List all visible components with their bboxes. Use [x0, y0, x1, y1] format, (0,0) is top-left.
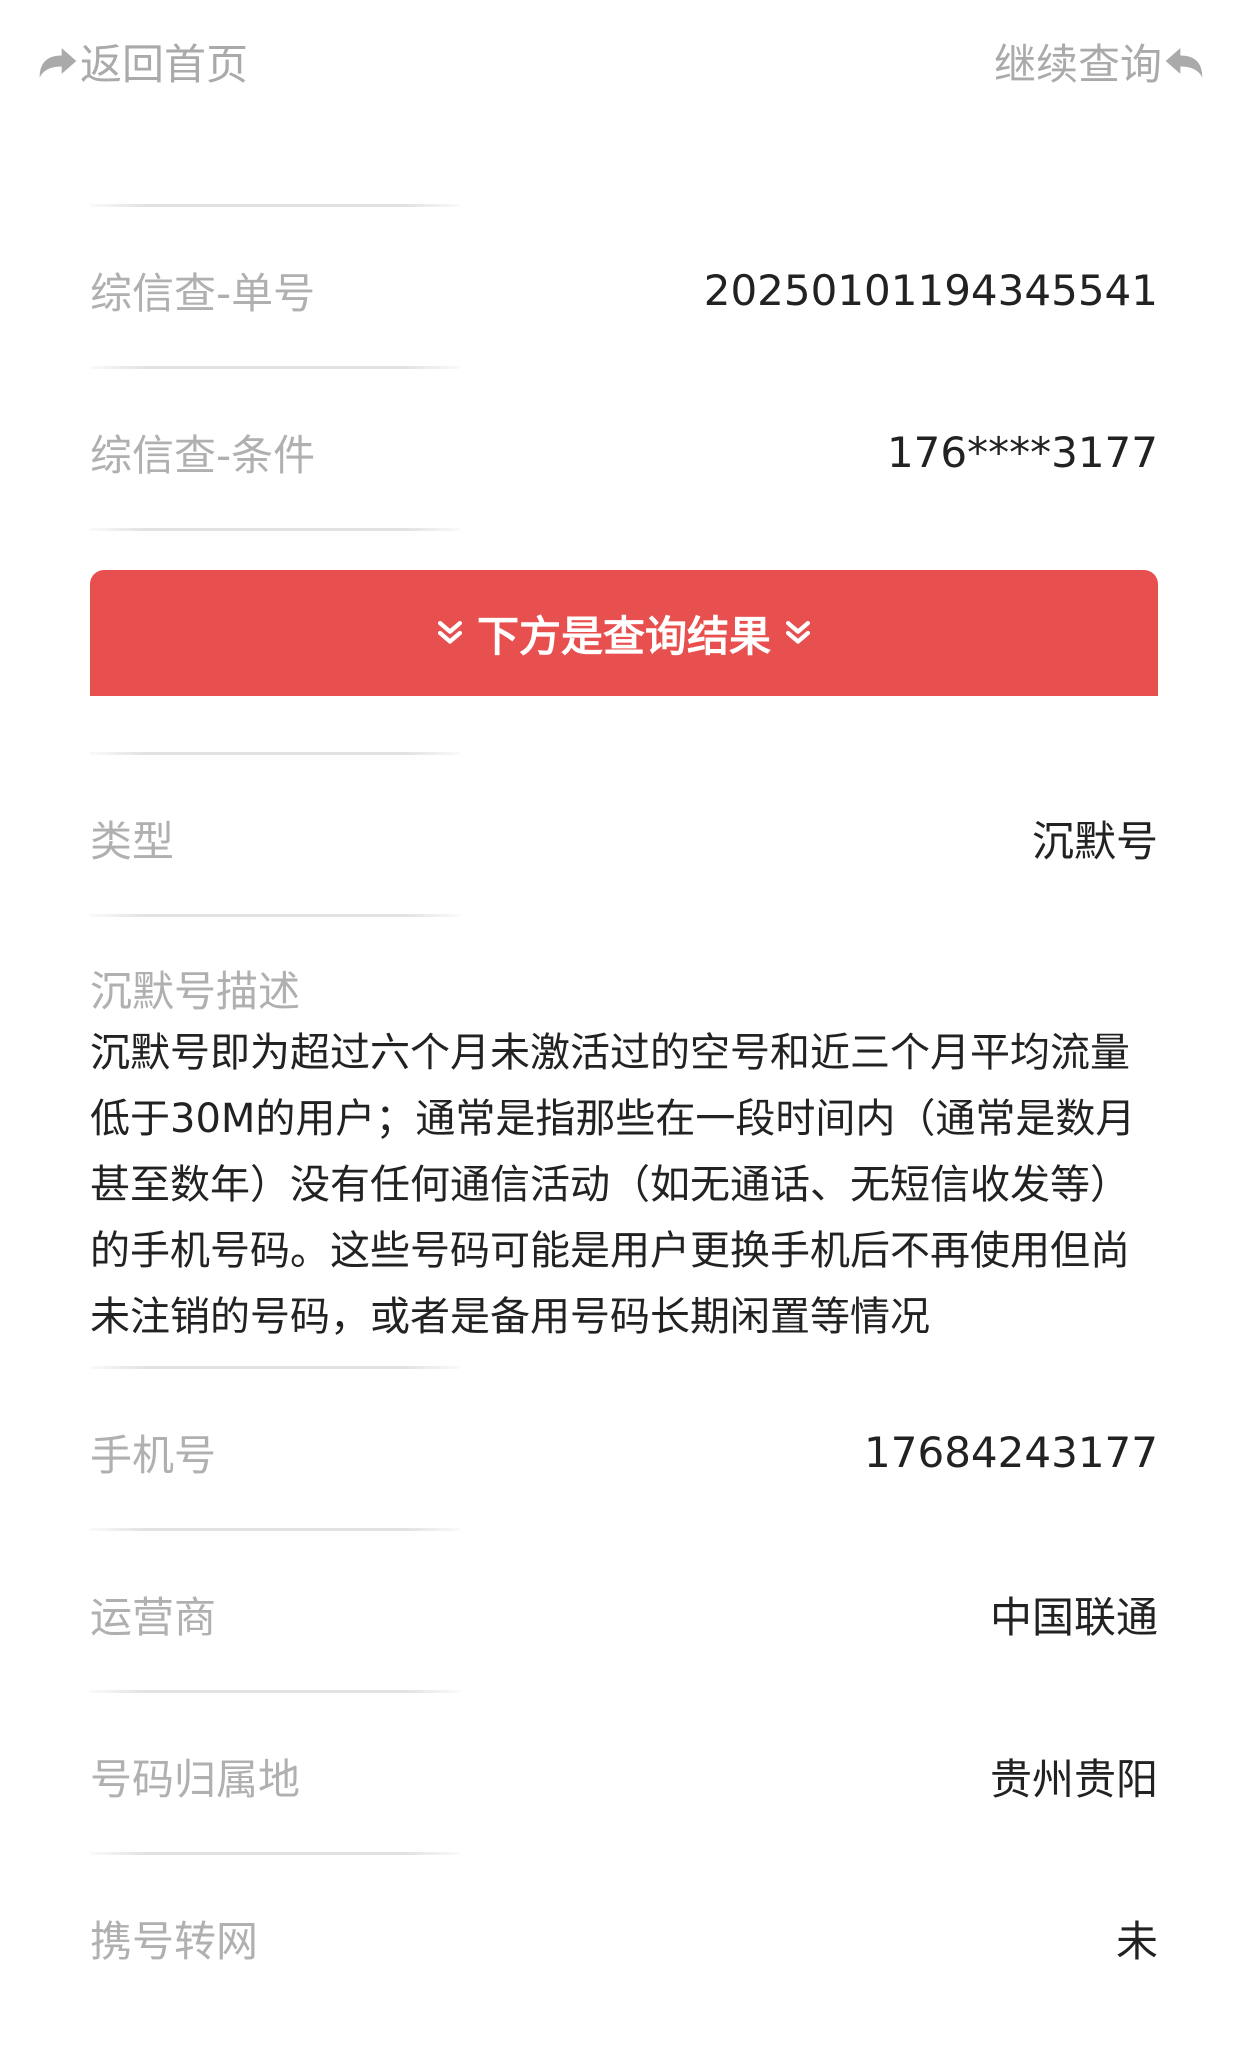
- type-label: 类型: [90, 816, 175, 866]
- divider: [90, 366, 460, 369]
- divider: [90, 914, 460, 917]
- double-chevron-down-icon: [771, 616, 825, 650]
- divider: [90, 1690, 460, 1693]
- double-chevron-down-icon: [423, 616, 477, 650]
- location-value: 贵州贵阳: [989, 1754, 1158, 1804]
- back-home-link[interactable]: 返回首页: [36, 30, 248, 92]
- carrier-value: 中国联通: [989, 1592, 1158, 1642]
- back-home-label: 返回首页: [80, 39, 249, 89]
- portability-value: 未: [1115, 1916, 1158, 1966]
- divider: [90, 204, 460, 207]
- divider: [90, 528, 460, 531]
- query-condition-value: 176****3177: [886, 427, 1158, 477]
- share-arrow-icon: [36, 39, 80, 83]
- continue-query-label: 继续查询: [993, 39, 1162, 89]
- divider: [90, 1528, 460, 1531]
- order-number-value: 20250101194345541: [703, 265, 1158, 315]
- type-value: 沉默号: [1031, 816, 1158, 866]
- carrier-label: 运营商: [90, 1592, 217, 1642]
- description-text: 沉默号即为超过六个月未激活过的空号和近三个月平均流量低于30M的用户；通常是指那…: [90, 1030, 1136, 1340]
- result-banner: 下方是查询结果: [90, 570, 1158, 696]
- divider: [90, 1852, 460, 1855]
- portability-row: 携号转网 未: [90, 1908, 1158, 1968]
- query-condition-row: 综信查-条件 176****3177: [90, 422, 1158, 482]
- top-bar: 返回首页 继续查询: [0, 0, 1242, 120]
- type-row: 类型 沉默号: [90, 808, 1158, 868]
- order-number-row: 综信查-单号 20250101194345541: [90, 260, 1158, 320]
- query-condition-label: 综信查-条件: [90, 430, 316, 480]
- reply-arrow-icon: [1162, 39, 1206, 83]
- portability-label: 携号转网: [90, 1916, 259, 1966]
- description-label: 沉默号描述: [90, 967, 301, 1016]
- order-number-label: 综信查-单号: [90, 268, 316, 318]
- location-label: 号码归属地: [90, 1754, 301, 1804]
- phone-row: 手机号 17684243177: [90, 1422, 1158, 1482]
- location-row: 号码归属地 贵州贵阳: [90, 1746, 1158, 1806]
- divider: [90, 752, 460, 755]
- continue-query-link[interactable]: 继续查询: [994, 30, 1206, 92]
- phone-label: 手机号: [90, 1430, 217, 1480]
- phone-value: 17684243177: [864, 1427, 1158, 1477]
- carrier-row: 运营商 中国联通: [90, 1584, 1158, 1644]
- result-banner-text: 下方是查询结果: [476, 611, 771, 661]
- divider: [90, 1366, 460, 1369]
